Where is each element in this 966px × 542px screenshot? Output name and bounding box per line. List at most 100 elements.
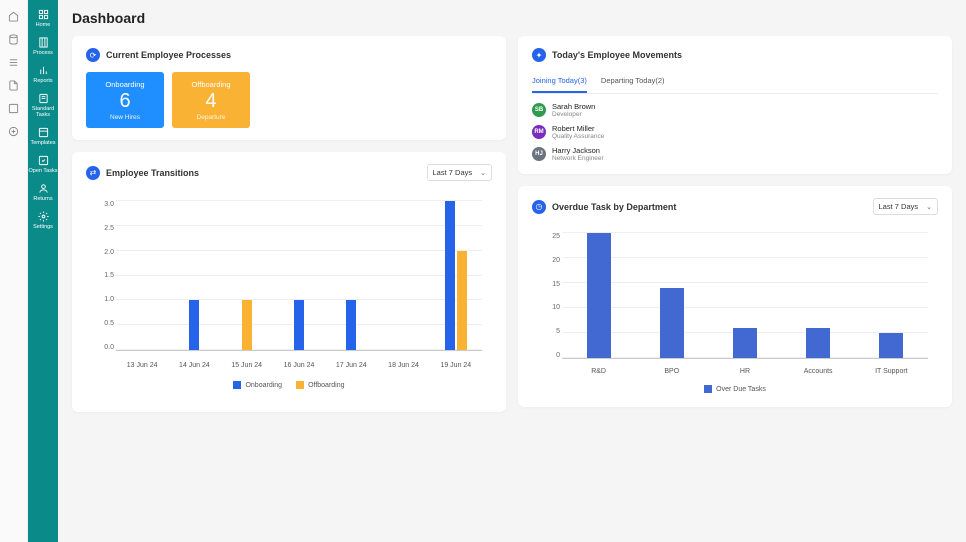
bar: [587, 233, 611, 358]
main-content: Dashboard ⟳ Current Employee Processes O…: [58, 0, 966, 542]
bar: [445, 201, 455, 350]
bar: [806, 328, 830, 358]
chart-plot: [116, 201, 482, 351]
sidebar-item-settings[interactable]: Settings: [28, 206, 58, 234]
nav-data-icon[interactable]: [0, 29, 27, 49]
processes-icon: ⟳: [86, 48, 100, 62]
y-axis: 2520151050: [536, 233, 560, 359]
sidebar-item-standard-tasks[interactable]: Standard Tasks: [28, 88, 58, 122]
checklist-icon: [37, 92, 49, 104]
chevron-down-icon: ⌄: [926, 203, 932, 211]
sidebar-item-reports[interactable]: Reports: [28, 60, 58, 88]
sidebar-item-templates[interactable]: Templates: [28, 122, 58, 150]
overdue-icon: ◷: [532, 200, 546, 214]
person-role: Quality Assurance: [552, 133, 604, 140]
chart-legend: Over Due Tasks: [532, 385, 938, 393]
chart-plot: [562, 233, 928, 359]
nav-list-icon[interactable]: [0, 52, 27, 72]
offboarding-label: Offboarding: [191, 80, 230, 89]
person-row[interactable]: SBSarah BrownDeveloper: [532, 102, 938, 118]
gear-icon: [37, 210, 49, 222]
user-icon: [37, 182, 49, 194]
person-row[interactable]: HJHarry JacksonNetwork Engineer: [532, 146, 938, 162]
onboarding-count: 6: [119, 90, 130, 113]
sidebar-label: Templates: [30, 140, 55, 146]
legend-item: Offboarding: [296, 381, 344, 389]
transitions-title: Employee Transitions: [106, 168, 199, 178]
bar-group: [384, 201, 424, 350]
bar: [457, 251, 467, 350]
page-title: Dashboard: [72, 10, 952, 26]
bar-group: [331, 201, 371, 350]
person-role: Network Engineer: [552, 155, 604, 162]
nav-home-icon[interactable]: [0, 6, 27, 26]
tasks-icon: [37, 154, 49, 166]
transitions-icon: ⇄: [86, 166, 100, 180]
sidebar-label: Returns: [33, 196, 52, 202]
sidebar-label: Standard Tasks: [28, 106, 58, 118]
offboarding-sub: Departure: [197, 114, 226, 121]
onboarding-sub: New Hires: [110, 114, 140, 121]
template-icon: [37, 126, 49, 138]
bar: [879, 333, 903, 358]
person-role: Developer: [552, 111, 595, 118]
bar: [733, 328, 757, 358]
sidebar-item-open-tasks[interactable]: Open Tasks: [28, 150, 58, 178]
sidebar-item-returns[interactable]: Returns: [28, 178, 58, 206]
bar: [346, 300, 356, 350]
bar-group: [579, 233, 619, 358]
sidebar-label: Reports: [33, 78, 52, 84]
transitions-range-dropdown[interactable]: Last 7 Days ⌄: [427, 164, 492, 181]
y-axis: 3.02.52.01.51.00.50.0: [90, 201, 114, 351]
person-name: Harry Jackson: [552, 146, 604, 155]
bar: [242, 300, 252, 350]
movements-tabs: Joining Today(3) Departing Today(2): [532, 72, 938, 94]
chart-legend: OnboardingOffboarding: [86, 381, 492, 389]
x-axis: R&DBPOHRAccountsIT Support: [562, 368, 928, 375]
tab-departing-today-[interactable]: Departing Today(2): [601, 72, 665, 93]
movements-people-list: SBSarah BrownDeveloper RMRobert MillerQua…: [532, 102, 938, 162]
person-row[interactable]: RMRobert MillerQuality Assurance: [532, 124, 938, 140]
bar-group: [725, 233, 765, 358]
avatar: SB: [532, 103, 546, 117]
bar: [294, 300, 304, 350]
bar-group: [652, 233, 692, 358]
bar-group: [122, 201, 162, 350]
bar-group: [436, 201, 476, 350]
dropdown-label: Last 7 Days: [879, 202, 919, 211]
sidebar-label: Process: [33, 50, 53, 56]
bar-group: [227, 201, 267, 350]
sidebar-item-process[interactable]: Process: [28, 32, 58, 60]
sidebar-item-home[interactable]: Home: [28, 4, 58, 32]
tab-joining-today-[interactable]: Joining Today(3): [532, 72, 587, 93]
nav-add-icon[interactable]: [0, 121, 27, 141]
offboarding-tile[interactable]: Offboarding 4 Departure: [172, 72, 250, 128]
avatar: RM: [532, 125, 546, 139]
transitions-card: ⇄ Employee Transitions Last 7 Days ⌄ 3.0…: [72, 152, 506, 412]
bars-icon: [37, 64, 49, 76]
sidebar-label: Open Tasks: [29, 168, 58, 174]
onboarding-tile[interactable]: Onboarding 6 New Hires: [86, 72, 164, 128]
nav-box-icon[interactable]: [0, 98, 27, 118]
chevron-down-icon: ⌄: [480, 169, 486, 177]
bar-group: [871, 233, 911, 358]
sidebar-label: Home: [36, 22, 51, 28]
overdue-range-dropdown[interactable]: Last 7 Days ⌄: [873, 198, 938, 215]
outer-sidebar: [0, 0, 28, 542]
offboarding-count: 4: [205, 90, 216, 113]
main-sidebar: Home Process Reports Standard Tasks Template…: [28, 0, 58, 542]
nav-doc-icon[interactable]: [0, 75, 27, 95]
overdue-title: Overdue Task by Department: [552, 202, 676, 212]
dropdown-label: Last 7 Days: [433, 168, 473, 177]
sidebar-label: Settings: [33, 224, 53, 230]
transitions-chart: 3.02.52.01.51.00.50.0 13 Jun 2414 Jun 241…: [86, 191, 492, 391]
processes-title: Current Employee Processes: [106, 50, 231, 60]
building-icon: [37, 36, 49, 48]
bar-group: [798, 233, 838, 358]
overdue-card: ◷ Overdue Task by Department Last 7 Days…: [518, 186, 952, 407]
movements-title: Today's Employee Movements: [552, 50, 682, 60]
movements-icon: ✦: [532, 48, 546, 62]
legend-item: Over Due Tasks: [704, 385, 766, 393]
x-axis: 13 Jun 2414 Jun 2415 Jun 2416 Jun 2417 J…: [116, 362, 482, 369]
onboarding-label: Onboarding: [105, 80, 144, 89]
